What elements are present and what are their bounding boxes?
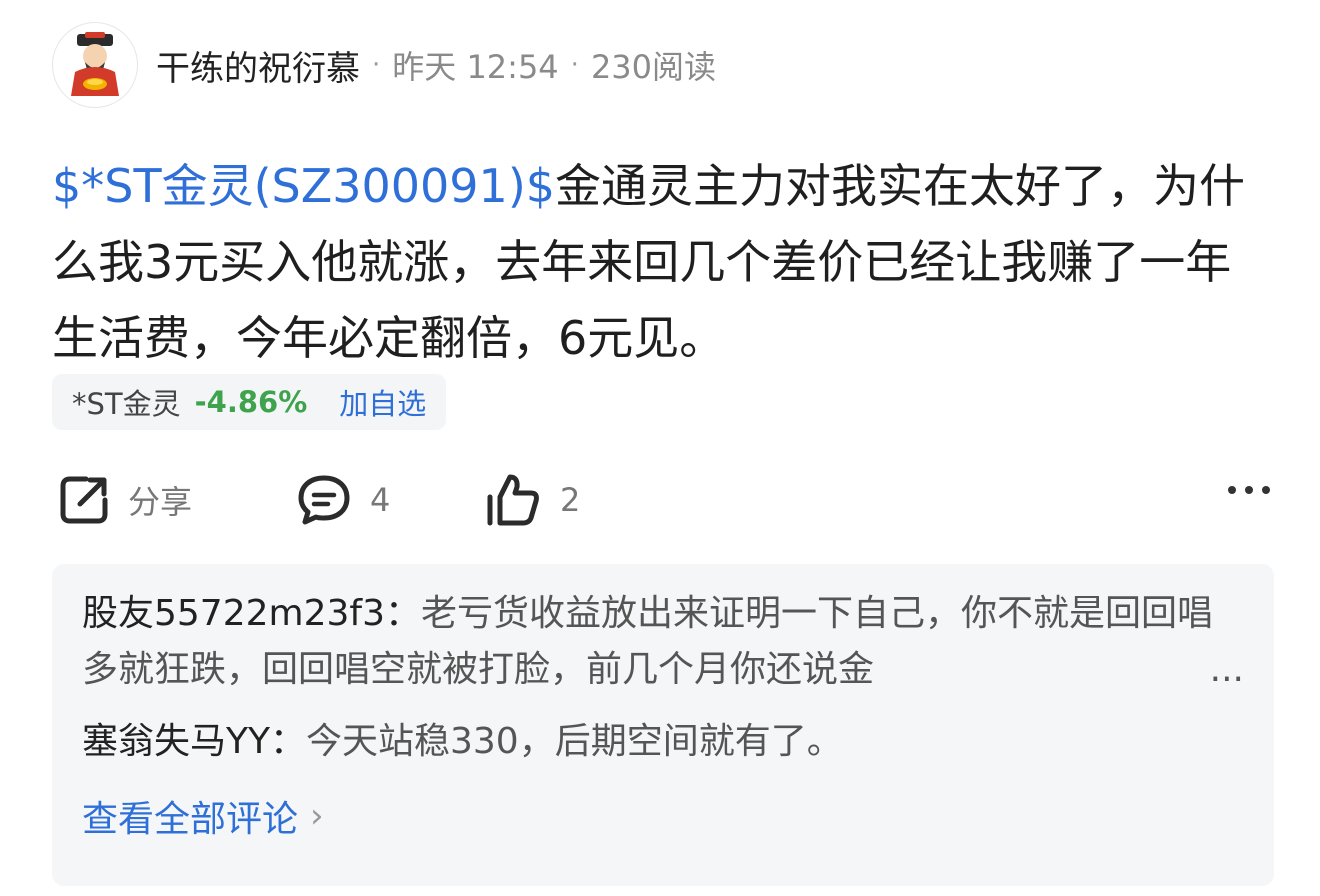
comment-text: 今天站稳330，后期空间就有了。 xyxy=(305,721,843,762)
comment-button[interactable]: 4 xyxy=(296,468,390,532)
view-all-comments-link[interactable]: 查看全部评论 › xyxy=(82,790,1244,842)
share-icon xyxy=(60,476,108,524)
chevron-right-icon: › xyxy=(310,796,324,836)
more-dot xyxy=(1228,486,1236,494)
thumbs-up-icon xyxy=(487,474,539,526)
comment-item[interactable]: 股友55722m23f3：老亏货收益放出来证明一下自己，你不就是回回唱多就狂跌，… xyxy=(82,586,1244,698)
like-count: 2 xyxy=(560,481,581,519)
comment-icon xyxy=(298,475,350,525)
share-label: 分享 xyxy=(128,483,193,521)
more-dot xyxy=(1245,486,1253,494)
chip-stock-name: *ST金灵 xyxy=(72,387,181,421)
post-time: 昨天 12:54 xyxy=(392,48,559,86)
comment-item[interactable]: 塞翁失马YY：今天站稳330，后期空间就有了。 xyxy=(82,714,1244,770)
post-header: 干练的祝衍慕 · 昨天 12:54 · 230阅读 xyxy=(52,22,716,108)
read-count: 230阅读 xyxy=(590,48,717,86)
comment-ellipsis: ... xyxy=(1189,642,1244,698)
chip-price-change: -4.86% xyxy=(194,385,308,419)
action-bar: 分享 4 2 xyxy=(52,468,1274,532)
comment-user[interactable]: 塞翁失马YY： xyxy=(82,721,306,762)
comments-panel: 股友55722m23f3：老亏货收益放出来证明一下自己，你不就是回回唱多就狂跌，… xyxy=(52,564,1274,886)
meta-separator: · xyxy=(570,50,579,80)
share-button[interactable]: 分享 xyxy=(58,468,192,532)
author-name[interactable]: 干练的祝衍慕 xyxy=(156,41,360,90)
more-dot xyxy=(1262,486,1270,494)
view-all-label: 查看全部评论 xyxy=(82,799,299,840)
meta-separator: · xyxy=(372,50,381,80)
more-icon[interactable] xyxy=(1228,486,1270,494)
comment-count: 4 xyxy=(370,481,391,519)
comment-user[interactable]: 股友55722m23f3： xyxy=(82,593,421,634)
avatar[interactable] xyxy=(52,22,138,108)
like-button[interactable]: 2 xyxy=(484,468,580,532)
stock-tag-link[interactable]: $*ST金灵(SZ300091)$ xyxy=(52,159,555,213)
add-watchlist-button[interactable]: 加自选 xyxy=(339,381,426,423)
stock-chip[interactable]: *ST金灵 -4.86% 加自选 xyxy=(52,374,447,430)
post-content: $*ST金灵(SZ300091)$金通灵主力对我实在太好了，为什么我3元买入他就… xyxy=(52,148,1272,376)
post-meta: 干练的祝衍慕 · 昨天 12:54 · 230阅读 xyxy=(156,41,716,90)
god-of-wealth-avatar-icon xyxy=(71,32,119,96)
